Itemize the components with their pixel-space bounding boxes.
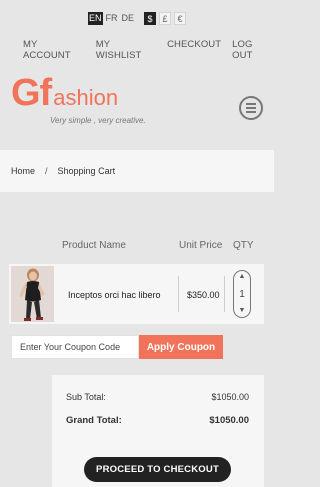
currency-eur[interactable]: € <box>174 12 186 25</box>
currency-switcher: $ £ € <box>144 12 186 25</box>
product-unit-price: $350.00 <box>187 290 220 300</box>
logo-tagline: Very simple , very creative. <box>50 116 146 125</box>
subtotal-label: Sub Total: <box>66 392 106 402</box>
quantity-stepper[interactable]: ▲ 1 ▼ <box>233 270 251 318</box>
site-logo[interactable]: Gf ashion <box>11 72 119 114</box>
model-image-icon <box>11 266 54 322</box>
currency-gbp[interactable]: £ <box>159 12 171 25</box>
breadcrumb-home[interactable]: Home <box>11 166 35 176</box>
logo-wordmark: ashion <box>53 85 119 110</box>
currency-usd[interactable]: $ <box>144 12 156 25</box>
proceed-to-checkout-button[interactable]: PROCEED TO CHECKOUT <box>84 457 231 482</box>
breadcrumb-separator: / <box>45 166 48 176</box>
my-account-link[interactable]: MY ACCOUNT <box>23 39 85 61</box>
header-product-name: Product Name <box>62 240 126 251</box>
language-de[interactable]: DE <box>121 12 136 25</box>
menu-hamburger-icon[interactable] <box>239 96 263 120</box>
grand-total-row: Grand Total: $1050.00 <box>66 415 249 426</box>
breadcrumb-current: Shopping Cart <box>57 166 116 176</box>
product-name[interactable]: Inceptos orci hac libero <box>68 290 161 300</box>
logout-link[interactable]: LOG OUT <box>232 39 274 61</box>
divider <box>178 276 179 312</box>
subtotal-value: $1050.00 <box>211 392 249 402</box>
language-switcher: EN FR DE <box>88 12 135 25</box>
header-unit-price: Unit Price <box>179 240 223 251</box>
cart-row: Inceptos orci hac libero $350.00 ▲ 1 ▼ <box>9 264 264 324</box>
chevron-up-icon[interactable]: ▲ <box>239 273 246 281</box>
checkout-link[interactable]: CHECKOUT <box>167 39 221 61</box>
my-wishlist-link[interactable]: MY WISHLIST <box>96 39 156 61</box>
grand-total-label: Grand Total: <box>66 415 122 426</box>
logo-mark: Gf <box>11 72 52 114</box>
quantity-value: 1 <box>239 288 245 300</box>
top-bar: EN FR DE $ £ € <box>0 12 274 26</box>
coupon-input[interactable] <box>11 335 139 359</box>
header-qty: QTY <box>233 240 254 251</box>
chevron-down-icon[interactable]: ▼ <box>239 307 246 315</box>
language-fr[interactable]: FR <box>105 12 119 25</box>
account-nav: MY ACCOUNT MY WISHLIST CHECKOUT LOG OUT <box>23 39 274 61</box>
divider <box>224 276 225 312</box>
breadcrumb: Home / Shopping Cart <box>0 150 274 192</box>
apply-coupon-button[interactable]: Apply Coupon <box>139 335 223 359</box>
language-en[interactable]: EN <box>88 12 103 25</box>
product-thumbnail[interactable] <box>11 266 54 322</box>
subtotal-row: Sub Total: $1050.00 <box>66 392 249 402</box>
grand-total-value: $1050.00 <box>209 415 249 426</box>
